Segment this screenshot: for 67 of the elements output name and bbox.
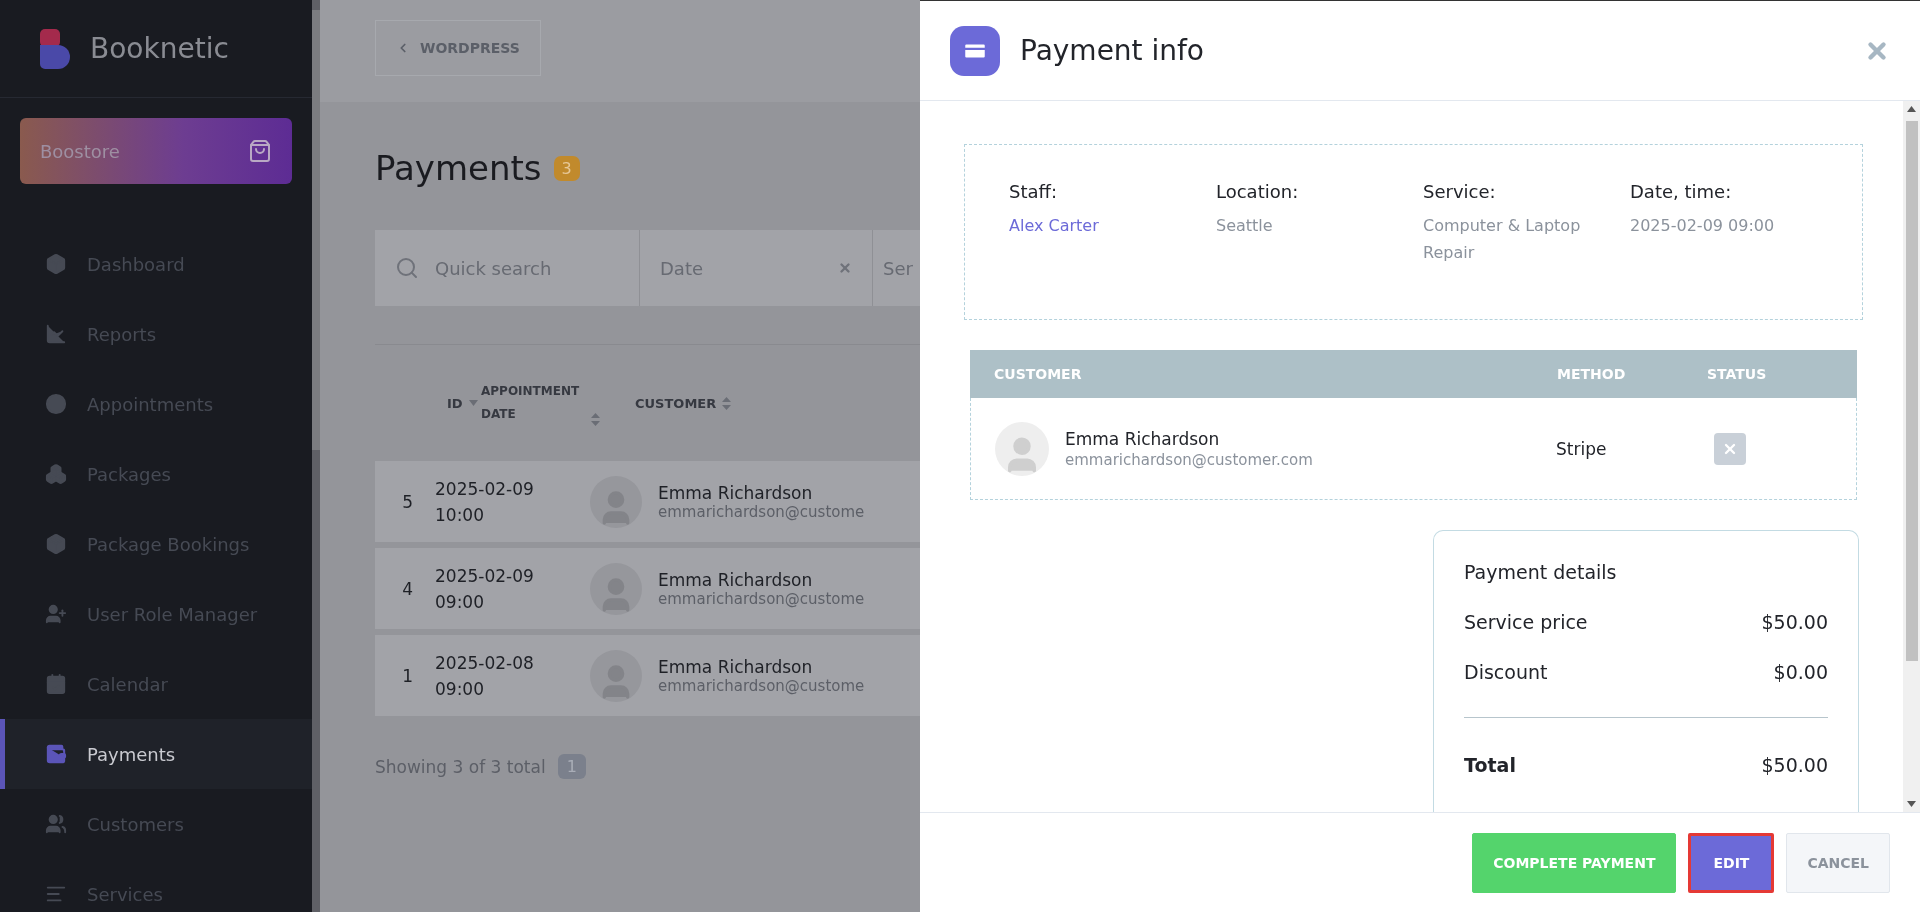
customer-email: emmarichardson@customer.com <box>1065 450 1313 469</box>
customer-name: Emma Richardson <box>658 482 814 503</box>
store-button[interactable]: Boostore <box>20 118 292 184</box>
sort-icon[interactable] <box>722 396 732 410</box>
table-row[interactable]: 1 2025-02-08 09:00 Emma Richardson emmarichardson@custome <box>375 635 920 716</box>
staff-link[interactable]: Alex Carter <box>1009 212 1200 239</box>
search-field[interactable]: Quick search <box>375 230 640 306</box>
scrollbar[interactable] <box>1903 101 1920 812</box>
clear-icon[interactable] <box>838 261 852 275</box>
method-cell-text: Stripe <box>1556 438 1608 459</box>
time-cell-text: 10:00 <box>435 503 485 527</box>
brand-name: Booknetic <box>90 32 229 65</box>
customer-name: Emma Richardson <box>658 656 814 677</box>
price-value: $50.00 <box>1761 611 1828 633</box>
scrollbar[interactable] <box>312 0 320 912</box>
count-badge: 3 <box>553 155 580 181</box>
details-title: Payment details <box>1464 561 1618 583</box>
customer-name: Emma Richardson <box>658 569 814 590</box>
id-cell-text: 4 <box>401 577 414 601</box>
panel-title: Payment info <box>1020 34 1205 67</box>
column-header[interactable]: APPOINTMENT DATE <box>481 380 585 426</box>
price-label: Discount <box>1464 661 1548 683</box>
time-cell-text: 09:00 <box>435 677 485 701</box>
customer-name: Emma Richardson <box>1065 428 1221 449</box>
table-row[interactable]: 5 2025-02-09 10:00 Emma Richardson emmarichardson@custome <box>375 461 920 542</box>
customer-email: emmarichardson@custome <box>658 502 865 521</box>
footer-button[interactable]: CANCEL <box>1786 832 1890 893</box>
price-value: $50.00 <box>1761 753 1828 776</box>
price-label: Service price <box>1464 611 1588 633</box>
column-header[interactable]: ID <box>447 391 463 415</box>
sort-icon[interactable] <box>591 413 600 426</box>
info-value: Computer & Laptop Repair <box>1423 215 1582 264</box>
column-header: STATUS <box>1707 366 1768 382</box>
sort-down-icon[interactable] <box>468 400 478 406</box>
date-cell-text: 2025-02-09 <box>435 477 535 501</box>
info-label: Staff: <box>1009 181 1058 202</box>
column-header: CUSTOMER <box>994 366 1083 382</box>
select-field[interactable]: Ser <box>873 230 920 306</box>
info-value: Seattle <box>1216 215 1274 237</box>
date-cell-text: 2025-02-09 <box>435 564 535 588</box>
info-label: Date, time: <box>1630 181 1733 202</box>
card-icon <box>950 25 1000 76</box>
table-row[interactable]: 4 2025-02-09 09:00 Emma Richardson emmarichardson@custome <box>375 548 920 629</box>
sidebar-item[interactable]: Payments <box>0 719 312 789</box>
column-header: METHOD <box>1557 366 1627 382</box>
back-button[interactable]: WORDPRESS <box>375 20 541 76</box>
id-cell-text: 1 <box>401 664 414 688</box>
info-label: Location: <box>1216 181 1300 202</box>
scroll-up-icon[interactable] <box>1907 106 1916 112</box>
id-cell-text: 5 <box>401 490 414 514</box>
date-field[interactable]: Date <box>640 230 873 306</box>
footer-button[interactable]: EDIT <box>1688 832 1775 893</box>
shopping-bag-icon <box>248 139 272 163</box>
footer-button[interactable]: COMPLETE PAYMENT <box>1472 832 1677 893</box>
time-cell-text: 09:00 <box>435 590 485 614</box>
page-title: Payments <box>375 148 542 188</box>
date-cell-text: 2025-02-08 <box>435 651 535 675</box>
scroll-down-icon[interactable] <box>1907 801 1916 807</box>
price-value: $0.00 <box>1773 661 1828 683</box>
search-icon <box>395 256 419 280</box>
customer-email: emmarichardson@custome <box>658 589 865 608</box>
customer-email: emmarichardson@custome <box>658 676 865 695</box>
info-value: 2025-02-09 09:00 <box>1630 215 1776 237</box>
showing-text: Showing 3 of 3 total <box>375 756 546 777</box>
column-header[interactable]: CUSTOMER <box>635 391 717 415</box>
info-label: Service: <box>1423 181 1497 202</box>
price-label: Total <box>1464 753 1516 776</box>
